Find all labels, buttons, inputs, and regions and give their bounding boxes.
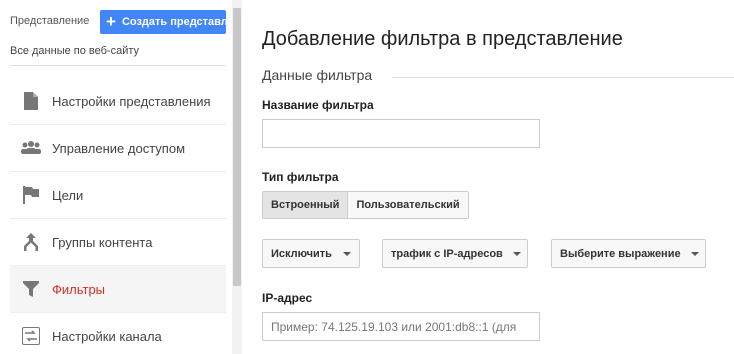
source-select[interactable]: трафик с IP-адресов (382, 239, 528, 268)
sidebar-item-channel-settings[interactable]: Настройки канала (10, 313, 226, 354)
sidebar-item-label: Управление доступом (52, 140, 186, 156)
filter-icon (10, 281, 52, 297)
filter-name-label: Название фильтра (262, 98, 374, 112)
filter-type-toggle: Встроенный Пользовательский (262, 191, 469, 219)
create-view-label: Создать представление (121, 16, 226, 28)
sidebar: Представление + Создать представление Вс… (0, 0, 232, 354)
chevron-down-icon (343, 251, 351, 256)
channel-settings-icon (10, 327, 52, 345)
sidebar-scrollbar[interactable] (232, 0, 242, 354)
sidebar-item-label: Группы контента (52, 234, 153, 250)
sidebar-item-view-settings[interactable]: Настройки представления (10, 78, 226, 125)
section-title: Данные фильтра (262, 67, 373, 83)
filter-type-label: Тип фильтра (262, 170, 339, 184)
content-groups-icon (10, 233, 52, 251)
chevron-down-icon (690, 251, 699, 256)
sidebar-item-label: Фильтры (52, 281, 106, 297)
exclude-select[interactable]: Исключить (262, 239, 360, 268)
page-title: Добавление фильтра в представление (262, 28, 623, 50)
ip-address-label: IP-адрес (262, 291, 313, 305)
chevron-down-icon (512, 251, 521, 256)
main-content: Добавление фильтра в представление Данны… (262, 0, 734, 354)
expression-select-value: Выберите выражение (560, 247, 681, 260)
exclude-select-value: Исключить (271, 247, 332, 260)
sidebar-item-goals[interactable]: Цели (10, 172, 226, 219)
plus-icon: + (106, 12, 116, 31)
sidebar-item-content-groups[interactable]: Группы контента (10, 219, 226, 266)
view-label: Представление (10, 15, 90, 27)
view-name: Все данные по веб-сайту (10, 45, 140, 57)
ip-address-input[interactable] (262, 312, 540, 341)
sidebar-item-label: Настройки представления (52, 93, 211, 109)
sidebar-item-label: Настройки канала (52, 328, 162, 344)
flag-icon (10, 186, 52, 204)
people-icon (10, 141, 52, 155)
filter-name-input[interactable] (262, 119, 540, 148)
tab-custom[interactable]: Пользовательский (348, 192, 468, 218)
sidebar-item-access[interactable]: Управление доступом (10, 125, 226, 172)
sidebar-item-filters[interactable]: Фильтры (10, 266, 226, 313)
sidebar-item-label: Цели (52, 187, 84, 203)
divider (10, 65, 226, 66)
section-divider (392, 77, 734, 78)
scrollbar-thumb[interactable] (233, 8, 241, 286)
tab-builtin[interactable]: Встроенный (263, 192, 349, 218)
source-select-value: трафик с IP-адресов (391, 247, 503, 260)
expression-select[interactable]: Выберите выражение (551, 239, 706, 268)
create-view-button[interactable]: + Создать представление (100, 10, 226, 34)
sidebar-nav: Настройки представления Управление досту… (10, 78, 226, 354)
document-icon (10, 92, 52, 110)
